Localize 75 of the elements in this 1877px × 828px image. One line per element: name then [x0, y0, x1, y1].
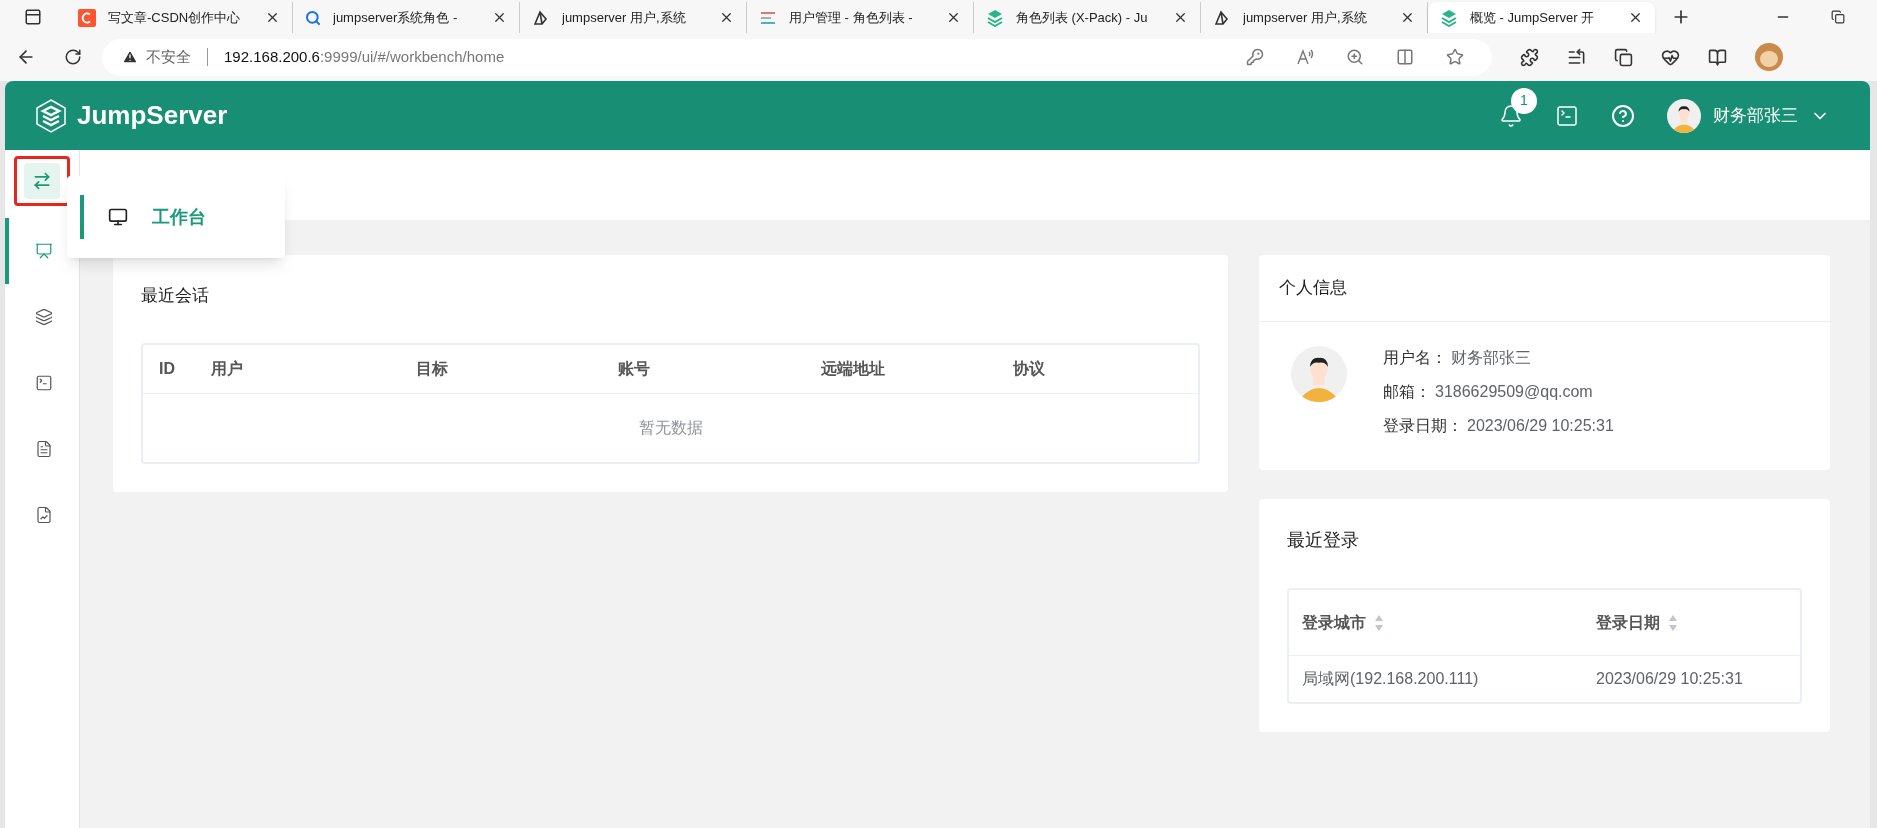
- notification-icon[interactable]: [1499, 103, 1523, 128]
- column-header: 远端地址: [821, 358, 886, 379]
- field-value: 3186629509@qq.com: [1435, 382, 1593, 402]
- tab-title: 角色列表 (X-Pack) - Ju: [1016, 8, 1149, 27]
- table-cell-text: 局域网(192.168.200.111): [1302, 669, 1480, 689]
- field-label: 邮箱：: [1383, 382, 1431, 402]
- close-icon[interactable]: [265, 10, 280, 25]
- key-icon[interactable]: [1246, 48, 1264, 66]
- tab-actions-icon[interactable]: [24, 7, 42, 26]
- split-screen-icon[interactable]: [1396, 48, 1414, 66]
- column-header[interactable]: 登录城市: [1302, 610, 1366, 635]
- layers-icon: [1440, 8, 1458, 27]
- tab-title: jumpserver系统角色 -: [333, 8, 459, 27]
- read-aloud-icon[interactable]: [1296, 48, 1314, 66]
- terminal-icon: [35, 374, 53, 392]
- close-icon[interactable]: [1173, 10, 1188, 25]
- search-icon: [305, 9, 321, 26]
- layers-icon: [986, 8, 1004, 27]
- close-icon[interactable]: [1628, 10, 1643, 25]
- field-label: 登录日期：: [1383, 416, 1463, 436]
- notification-badge: 1: [1511, 87, 1537, 114]
- reload-icon[interactable]: [64, 48, 82, 66]
- tab-title: 概览 - JumpServer 开: [1470, 8, 1596, 27]
- menu-item[interactable]: 工作台: [80, 195, 206, 239]
- card-title: 最近会话: [141, 285, 210, 307]
- layers-icon: [35, 308, 53, 326]
- column-header: ID: [159, 358, 176, 379]
- zoom-icon[interactable]: [1346, 48, 1364, 66]
- favorites-icon[interactable]: [1567, 47, 1586, 67]
- tab-title: 用户管理 - 角色列表 -: [789, 8, 914, 27]
- close-icon[interactable]: [1400, 10, 1415, 25]
- reading-icon[interactable]: [1708, 47, 1727, 67]
- extensions-icon[interactable]: [1520, 47, 1539, 67]
- browser-tab[interactable]: 概览 - JumpServer 开: [1428, 2, 1655, 33]
- warning-icon: [122, 49, 138, 65]
- close-icon[interactable]: [719, 10, 734, 25]
- collections-icon[interactable]: [1614, 47, 1633, 67]
- column-header: 用户: [211, 358, 244, 379]
- column-header[interactable]: 登录日期: [1596, 610, 1660, 635]
- profile-avatar[interactable]: [1755, 43, 1783, 71]
- field-label: 用户名：: [1383, 348, 1447, 368]
- user-menu[interactable]: 财务部张三: [1713, 102, 1798, 129]
- column-header: 协议: [1013, 358, 1046, 379]
- tab-title: 写文章-CSDN创作中心: [108, 8, 242, 27]
- chart-document-icon: [35, 506, 53, 524]
- close-icon[interactable]: [492, 10, 507, 25]
- help-icon[interactable]: [1611, 103, 1635, 128]
- health-icon[interactable]: [1661, 47, 1680, 67]
- card-title: 最近登录: [1287, 529, 1360, 552]
- logo-text: JumpServer: [77, 99, 228, 132]
- tab-title: jumpserver 用户,系统: [562, 8, 687, 27]
- logo-icon: [33, 97, 69, 134]
- address-field[interactable]: 不安全 192.168.200.6:9999/ui/#/workbench/home: [102, 38, 1492, 76]
- favicon-icon: [1213, 8, 1231, 27]
- close-icon[interactable]: [946, 10, 961, 25]
- field-value: 2023/06/29 10:25:31: [1467, 416, 1614, 436]
- url-text: 192.168.200.6:9999/ui/#/workbench/home: [224, 46, 505, 67]
- user-avatar: [1291, 346, 1347, 402]
- security-label[interactable]: 不安全: [146, 45, 191, 69]
- empty-message: 暂无数据: [638, 417, 703, 438]
- favicon-icon: [532, 8, 550, 27]
- user-avatar: [1667, 98, 1701, 133]
- swap-icon: [32, 171, 52, 191]
- favorite-icon[interactable]: [1446, 48, 1464, 66]
- terminal-icon[interactable]: [1555, 103, 1579, 128]
- document-icon: [35, 440, 53, 458]
- field-value: 财务部张三: [1451, 348, 1531, 368]
- restore-icon[interactable]: [1831, 9, 1845, 24]
- card-title: 个人信息: [1279, 277, 1347, 300]
- table-cell-text: 2023/06/29 10:25:31: [1596, 669, 1744, 689]
- column-header: 账号: [618, 358, 651, 379]
- column-header: 目标: [416, 358, 449, 379]
- favicon-icon: [78, 8, 96, 27]
- tab-title: jumpserver 用户,系统: [1243, 8, 1368, 27]
- collapse-toggle[interactable]: [24, 163, 60, 199]
